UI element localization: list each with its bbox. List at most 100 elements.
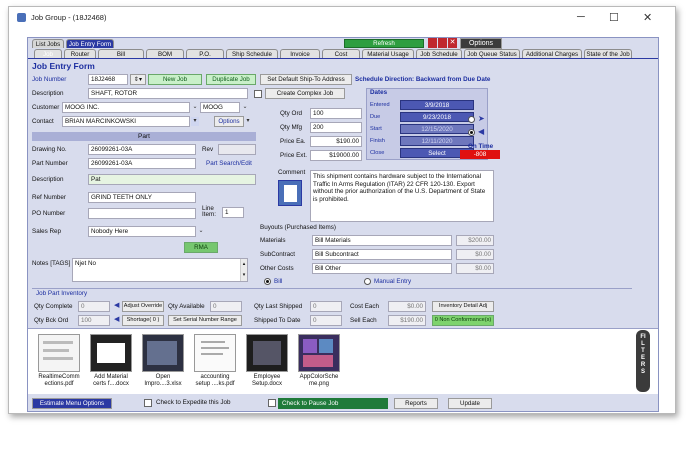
pause-checkbox[interactable] [268, 399, 276, 407]
filters-panel-toggle[interactable]: FILTERS [636, 330, 650, 392]
close-window-button[interactable]: ✕ [643, 11, 652, 24]
sell-each-field[interactable]: $190.00 [388, 315, 426, 326]
materials-amount[interactable]: $200.00 [456, 235, 494, 246]
options-button[interactable]: Options [460, 38, 502, 49]
update-button[interactable]: Update [448, 398, 492, 409]
manual-entry-radio[interactable] [364, 278, 371, 285]
qty-last-shipped-field[interactable]: 0 [310, 301, 342, 312]
comment-icon[interactable] [278, 180, 302, 206]
options-chevron-down-icon[interactable]: ▾ [244, 117, 252, 126]
finish-date[interactable]: 12/11/2020 [400, 136, 474, 146]
notes-scrollbar[interactable]: ▴ ▾ [240, 259, 247, 281]
adjust-override-button[interactable]: Adjust Override [122, 301, 164, 312]
forward-radio[interactable] [468, 116, 475, 123]
serial-number-range-button[interactable]: Set Serial Number Range [168, 315, 242, 326]
job-group-window: Job Group - (18J2468) ─ ☐ ✕ List Jobs Jo… [8, 6, 676, 414]
tab-bom[interactable]: BOM [146, 49, 184, 58]
rma-button[interactable]: RMA [184, 242, 218, 253]
customer-select[interactable]: MOOG INC. [62, 102, 190, 113]
restore-icon[interactable] [438, 38, 447, 48]
attachment-label: RealtimeComm ections.pdf [38, 374, 80, 387]
due-date[interactable]: 9/23/2018 [400, 112, 474, 122]
tab-ship-schedule[interactable]: Ship Schedule [226, 49, 278, 58]
other-costs-field[interactable]: Bill Other [312, 263, 452, 274]
job-number-spinner[interactable]: ⇕▾ [130, 74, 146, 85]
contact-select[interactable]: BRIAN MARCINKOWSKI [62, 116, 190, 127]
attachment-thumbnail[interactable] [194, 334, 236, 372]
tab-bill[interactable]: Bill [98, 49, 144, 58]
close-icon[interactable]: ✕ [448, 38, 457, 48]
description-field[interactable]: SHAFT, ROTOR [88, 88, 248, 99]
sales-rep-chevron-down-icon[interactable]: ⌄ [197, 227, 205, 236]
shipped-to-date-field[interactable]: 0 [310, 315, 342, 326]
tab-invoice[interactable]: Invoice [280, 49, 320, 58]
minimize-icon[interactable] [428, 38, 437, 48]
materials-field[interactable]: Bill Materials [312, 235, 452, 246]
entered-date[interactable]: 3/9/2018 [400, 100, 474, 110]
tab-list-jobs[interactable]: List Jobs [32, 39, 64, 48]
estimate-menu-options-button[interactable]: Estimate Menu Options [32, 398, 112, 409]
reports-button[interactable]: Reports [394, 398, 438, 409]
tab-job[interactable]: Job [34, 49, 62, 58]
maximize-button[interactable]: ☐ [609, 11, 619, 24]
contact-chevron-down-icon[interactable]: ▾ [191, 117, 199, 126]
tab-job-entry-form[interactable]: Job Entry Form [66, 39, 114, 48]
duplicate-job-button[interactable]: Duplicate Job [206, 74, 256, 85]
create-complex-job-button[interactable]: Create Complex Job [265, 88, 345, 99]
start-date[interactable]: 12/15/2020 [400, 124, 474, 134]
qty-mfg-field[interactable]: 200 [310, 122, 362, 133]
default-ship-to-button[interactable]: Set Default Ship-To Address [260, 74, 352, 85]
price-ext-field[interactable]: $19000.00 [310, 150, 362, 161]
qty-bck-ord-field[interactable]: 100 [78, 315, 110, 326]
qty-available-field[interactable]: 0 [210, 301, 242, 312]
complex-job-checkbox[interactable] [254, 90, 262, 98]
line-item-field[interactable]: 1 [222, 207, 244, 218]
non-conformance-button[interactable]: 0 Non Conformance(s) [432, 315, 494, 326]
tab-additional-charges[interactable]: Additional Charges [522, 49, 582, 58]
contact-options-button[interactable]: Options [214, 116, 244, 127]
price-each-field[interactable]: $190.00 [310, 136, 362, 147]
tab-router[interactable]: Router [64, 49, 96, 58]
drawing-field[interactable]: 26099261-03A [88, 144, 196, 155]
tab-po[interactable]: P.O. [186, 49, 224, 58]
subcontract-field[interactable]: Bill Subcontract [312, 249, 452, 260]
inventory-detail-adj-button[interactable]: Inventory Detail Adj [432, 301, 494, 312]
attachment-thumbnail[interactable] [38, 334, 80, 372]
comment-textarea[interactable]: This shipment contains hardware subject … [310, 170, 494, 222]
tab-material-usage[interactable]: Material Usage [362, 49, 414, 58]
notes-textarea[interactable]: Njet No [72, 258, 248, 282]
tab-job-schedule[interactable]: Job Schedule [416, 49, 462, 58]
expedite-checkbox[interactable] [144, 399, 152, 407]
po-number-field[interactable] [88, 208, 196, 219]
ref-number-field[interactable]: GRIND TEETH ONLY [88, 192, 196, 203]
pause-job-bar[interactable]: Check to Pause Job [278, 398, 388, 409]
refresh-button[interactable]: Refresh [344, 39, 424, 48]
customer-code-select[interactable]: MOOG [200, 102, 240, 113]
qty-complete-field[interactable]: 0 [78, 301, 110, 312]
qty-ord-field[interactable]: 100 [310, 108, 362, 119]
attachment-thumbnail[interactable] [246, 334, 288, 372]
part-number-field[interactable]: 26099261-03A [88, 158, 196, 169]
customer-chevron-down-icon[interactable]: ⌄ [191, 103, 199, 112]
attachment-thumbnail[interactable] [142, 334, 184, 372]
attachment-thumbnail[interactable] [90, 334, 132, 372]
part-search-edit-link[interactable]: Part Search/Edit [206, 160, 252, 167]
subcontract-amount[interactable]: $0.00 [456, 249, 494, 260]
bill-radio[interactable] [264, 278, 271, 285]
part-description-field[interactable]: Pat [88, 174, 256, 185]
tab-cost[interactable]: Cost [322, 49, 360, 58]
backward-radio[interactable] [468, 129, 475, 136]
tab-state-of-job[interactable]: State of the Job [584, 49, 632, 58]
attachment-thumbnail[interactable] [298, 334, 340, 372]
shortage-button[interactable]: Shortage( 0 ) [122, 315, 164, 326]
job-number-field[interactable]: 18J2468 [88, 74, 128, 85]
sales-rep-select[interactable]: Nobody Here [88, 226, 196, 237]
tab-job-queue-status[interactable]: Job Queue Status [464, 49, 520, 58]
customer-code-chevron-down-icon[interactable]: ⌄ [241, 103, 249, 112]
cost-each-field[interactable]: $0.00 [388, 301, 426, 312]
red-window-controls[interactable]: ✕ [428, 38, 458, 49]
minimize-button[interactable]: ─ [577, 11, 585, 23]
new-job-button[interactable]: New Job [148, 74, 202, 85]
other-costs-amount[interactable]: $0.00 [456, 263, 494, 274]
rev-field[interactable] [218, 144, 256, 155]
